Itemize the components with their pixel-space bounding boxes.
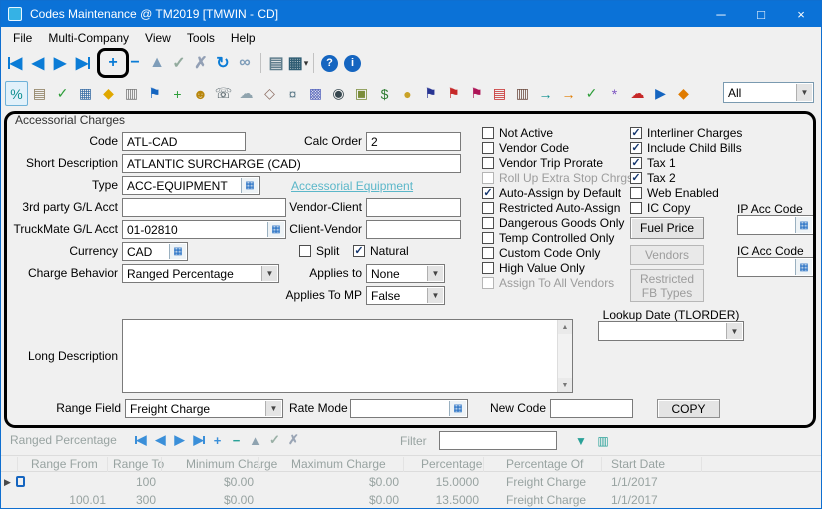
grid-cell: 1/1/2017 bbox=[611, 491, 721, 509]
grid-cell: Freight Charge bbox=[506, 473, 618, 491]
grid-cell: $0.00 bbox=[161, 491, 254, 509]
grid-cell: 300 bbox=[107, 491, 156, 509]
grid-cell bbox=[17, 473, 106, 491]
grid-cell: 100.01 bbox=[17, 491, 106, 509]
grid-cell: 1/1/2017 bbox=[611, 473, 721, 491]
app-window: Codes Maintenance @ TM2019 [TMWIN - CD] … bbox=[0, 0, 822, 509]
table-row[interactable]: ▶100$0.00$0.0015.0000Freight Charge1/1/2… bbox=[1, 473, 821, 491]
grid-cell: $0.00 bbox=[161, 473, 254, 491]
grid-cell: 15.0000 bbox=[401, 473, 479, 491]
row-indicator-icon: ▶ bbox=[4, 477, 11, 488]
grid-cell: 13.5000 bbox=[401, 491, 479, 509]
table-row[interactable]: 100.01300$0.00$0.0013.5000Freight Charge… bbox=[1, 491, 821, 509]
grid-cell: $0.00 bbox=[261, 491, 399, 509]
grid-body: ▶100$0.00$0.0015.0000Freight Charge1/1/2… bbox=[1, 1, 821, 508]
grid-cell: $0.00 bbox=[261, 473, 399, 491]
grid-cell: Freight Charge bbox=[506, 491, 618, 509]
grid-cell: 100 bbox=[107, 473, 156, 491]
